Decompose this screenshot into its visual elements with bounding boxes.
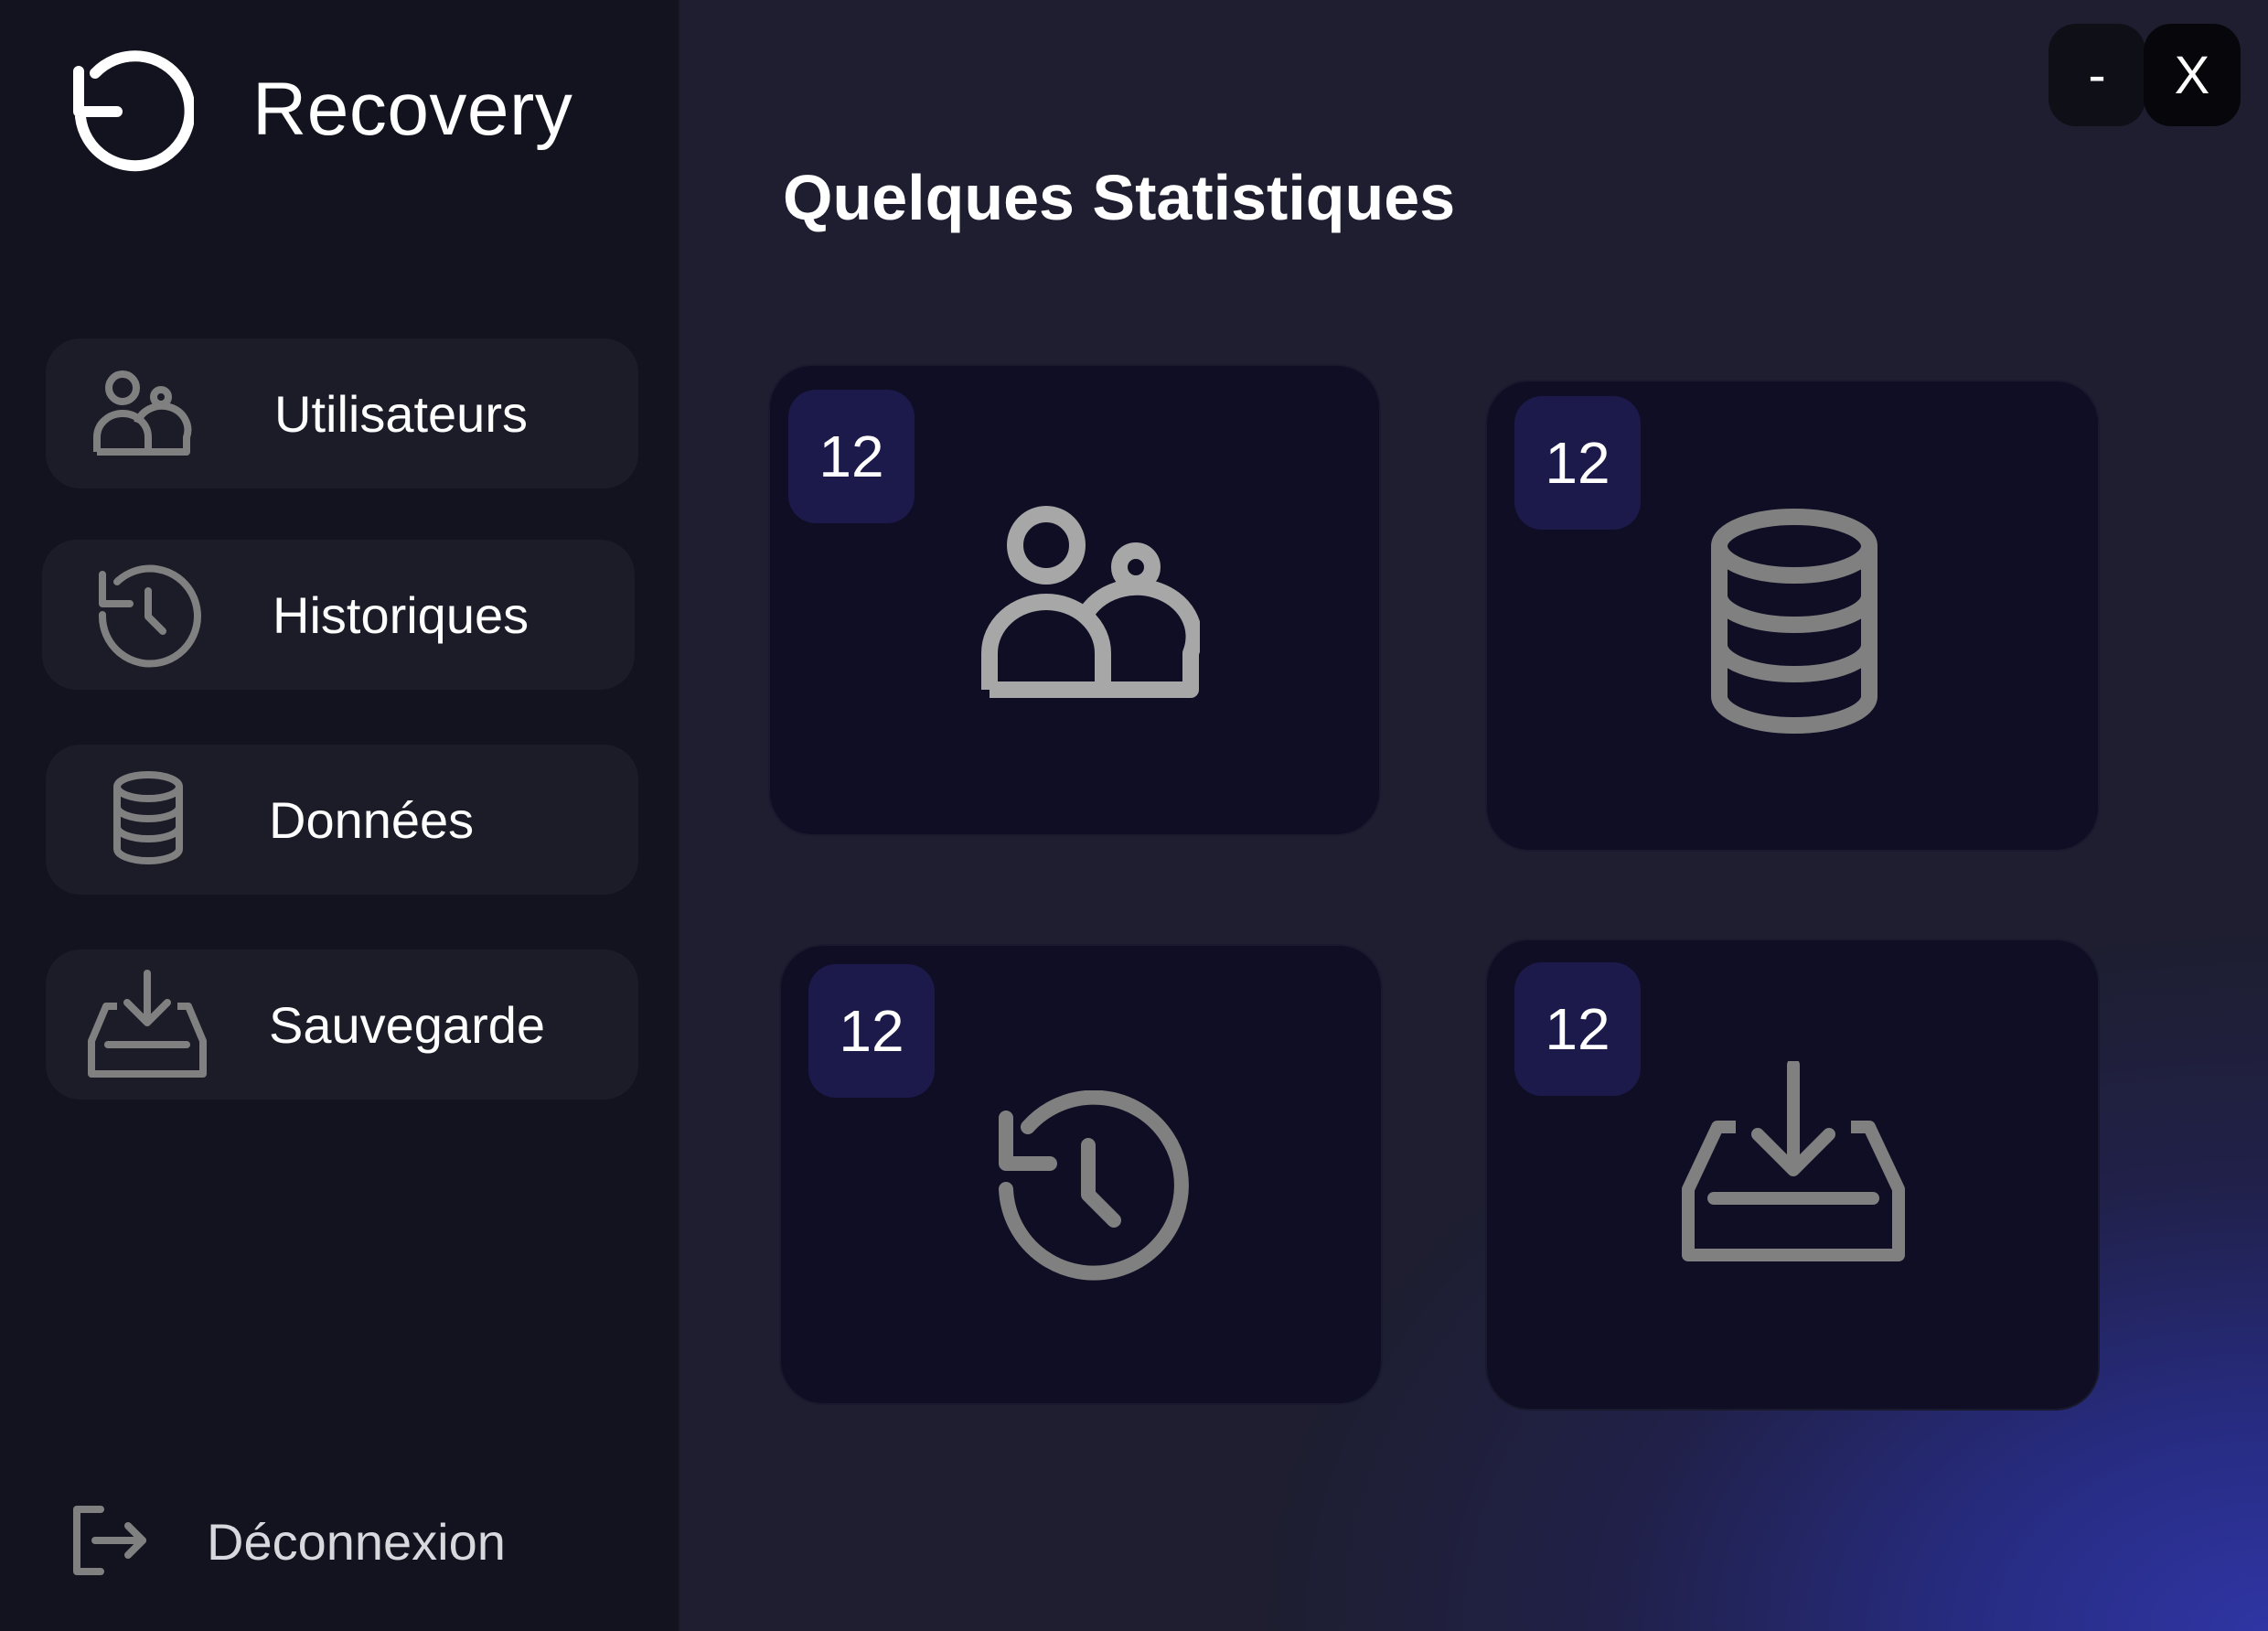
sidebar-item-utilisateurs[interactable]: Utilisateurs (46, 338, 638, 488)
sidebar-item-label: Utilisateurs (274, 384, 528, 443)
database-icon (113, 771, 183, 864)
stat-card-database[interactable]: 12 (1485, 380, 2100, 852)
refresh-ccw-icon (73, 50, 194, 172)
stat-count-badge: 12 (1514, 396, 1641, 530)
sidebar-item-label: Données (269, 790, 475, 849)
users-icon (981, 506, 1200, 698)
app-title: Recovery (252, 68, 573, 151)
sidebar-item-donnees[interactable]: Données (46, 745, 638, 895)
stat-card-history[interactable]: 12 (779, 944, 1383, 1405)
brand: Recovery (66, 46, 572, 174)
download-tray-icon (88, 970, 207, 1078)
database-icon (1711, 509, 1878, 734)
stat-card-users[interactable]: 12 (768, 364, 1381, 836)
stat-count-badge: 12 (1514, 962, 1641, 1096)
sidebar-item-historiques[interactable]: Historiques (42, 540, 635, 690)
sidebar-item-sauvegarde[interactable]: Sauvegarde (46, 950, 638, 1100)
main-content: - X Quelques Statistiques 12 12 12 12 (680, 0, 2268, 1631)
sidebar-item-label: Sauvegarde (269, 995, 546, 1054)
app-window: Recovery Utilisateurs Historiques Donnée… (0, 0, 2268, 1631)
history-icon (98, 564, 201, 668)
close-button[interactable]: X (2144, 24, 2241, 126)
stat-count-badge: 12 (788, 390, 915, 523)
minimize-button[interactable]: - (2049, 24, 2145, 126)
stat-count-badge: 12 (808, 964, 935, 1098)
logout-label: Déconnexion (207, 1512, 506, 1571)
download-tray-icon (1682, 1061, 1905, 1261)
stat-card-backup[interactable]: 12 (1485, 939, 2100, 1411)
users-icon (93, 370, 192, 456)
page-title: Quelques Statistiques (783, 162, 1456, 233)
history-icon (999, 1090, 1189, 1281)
logout-button[interactable]: Déconnexion (66, 1491, 560, 1592)
sidebar-item-label: Historiques (273, 585, 530, 644)
logout-icon (73, 1506, 146, 1575)
sidebar: Recovery Utilisateurs Historiques Donnée… (0, 0, 680, 1631)
